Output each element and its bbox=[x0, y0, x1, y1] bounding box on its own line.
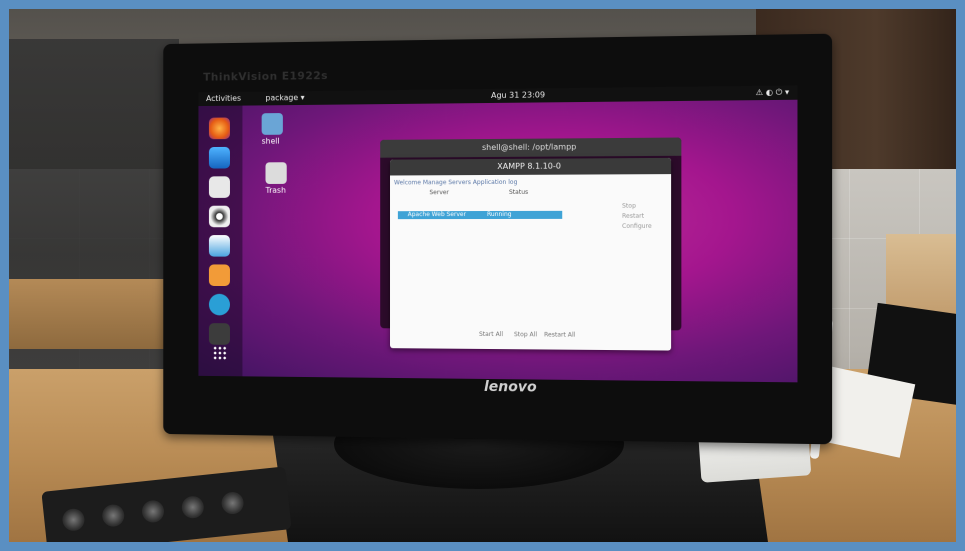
activities-button[interactable]: Activities bbox=[206, 92, 241, 106]
system-tray[interactable]: ⚠ ◐ ⏻ ▾ bbox=[756, 86, 789, 101]
knob bbox=[180, 495, 205, 520]
knob bbox=[220, 490, 245, 516]
monitor: ThinkVision E1922s Activities package ▾ … bbox=[163, 33, 833, 445]
knob bbox=[140, 499, 166, 524]
dock bbox=[198, 105, 243, 377]
restart-button[interactable]: Restart bbox=[622, 213, 644, 220]
column-header-status: Status bbox=[508, 188, 529, 196]
terminal-title: shell@shell: /opt/lampp bbox=[380, 137, 682, 158]
software-icon[interactable] bbox=[208, 264, 230, 287]
xampp-title: XAMPP 8.1.10-0 bbox=[390, 157, 672, 176]
knob bbox=[101, 503, 126, 528]
desktop-icon-label: Trash bbox=[265, 185, 286, 195]
server-status: Running bbox=[487, 210, 512, 219]
stop-all-button[interactable]: Stop All bbox=[514, 331, 537, 338]
stop-button[interactable]: Stop bbox=[622, 203, 636, 210]
firefox-icon[interactable] bbox=[208, 117, 230, 140]
show-applications-icon[interactable] bbox=[212, 345, 229, 362]
monitor-brand: ThinkVision E1922s bbox=[203, 69, 329, 84]
xampp-window[interactable]: XAMPP 8.1.10-0 Welcome Manage Servers Ap… bbox=[390, 157, 672, 351]
trash-icon[interactable] bbox=[265, 162, 287, 184]
column-header-server: Server bbox=[429, 189, 449, 197]
ubuntu-desktop: Activities package ▾ Agu 31 23:09 ⚠ ◐ ⏻ … bbox=[198, 85, 798, 383]
xampp-tabs[interactable]: Welcome Manage Servers Application log bbox=[394, 179, 517, 187]
start-all-button[interactable]: Start All bbox=[479, 331, 503, 338]
server-name: Apache Web Server bbox=[407, 211, 467, 219]
terminal-icon[interactable] bbox=[208, 323, 230, 345]
thunderbird-icon[interactable] bbox=[208, 146, 230, 169]
clock[interactable]: Agu 31 23:09 bbox=[491, 88, 545, 103]
restart-all-button[interactable]: Restart All bbox=[544, 331, 575, 338]
libreoffice-icon[interactable] bbox=[208, 235, 230, 257]
package-menu[interactable]: package ▾ bbox=[266, 91, 305, 105]
table-row[interactable]: Apache Web Server Running bbox=[397, 210, 563, 220]
top-bar: Activities package ▾ Agu 31 23:09 ⚠ ◐ ⏻ … bbox=[198, 85, 798, 107]
folder-icon[interactable] bbox=[261, 113, 283, 135]
configure-button[interactable]: Configure bbox=[622, 223, 652, 230]
help-icon[interactable] bbox=[208, 293, 230, 316]
knob bbox=[61, 507, 86, 532]
rhythmbox-icon[interactable] bbox=[208, 205, 230, 228]
photo-scene: ThinkVision E1922s Activities package ▾ … bbox=[9, 9, 956, 542]
files-icon[interactable] bbox=[208, 176, 230, 198]
desktop-icon-label: shell bbox=[261, 136, 280, 146]
monitor-logo: lenovo bbox=[484, 378, 537, 396]
